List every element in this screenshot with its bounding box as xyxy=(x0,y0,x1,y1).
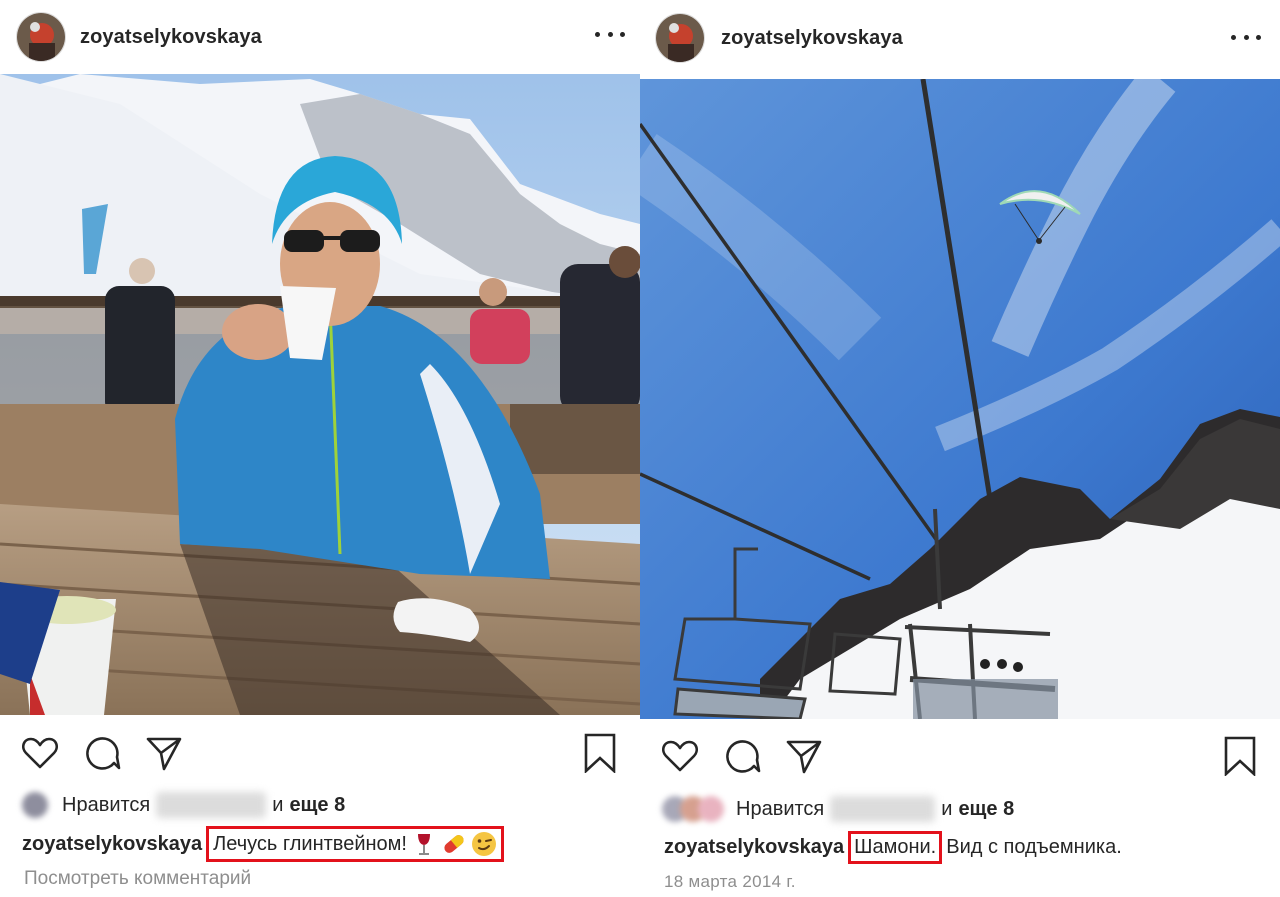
caption-username[interactable]: zoyatselykovskaya xyxy=(664,836,844,859)
pill-emoji xyxy=(444,835,464,853)
liker-avatars[interactable] xyxy=(662,796,732,822)
post-username[interactable]: zoyatselykovskaya xyxy=(721,27,903,50)
post-header: zoyatselykovskaya xyxy=(640,0,1280,76)
heart-icon[interactable] xyxy=(20,733,60,773)
caption-highlight-box: Лечусь глинтвейном! xyxy=(206,826,504,862)
post-actions xyxy=(0,733,640,781)
liker-avatars[interactable] xyxy=(22,792,58,818)
post-actions xyxy=(640,736,1280,784)
caption-username[interactable]: zoyatselykovskaya xyxy=(22,833,202,856)
blurred-liker-name[interactable] xyxy=(830,796,936,822)
likes-prefix: Нравится xyxy=(736,797,825,820)
post-header: zoyatselykovskaya xyxy=(0,0,640,74)
likes-row: Нравится и еще 8 xyxy=(640,794,1280,824)
share-icon[interactable] xyxy=(144,733,184,773)
post-right: zoyatselykovskaya Нравится и еще 8 zoyat… xyxy=(640,0,1280,897)
post-date[interactable]: 18 марта 2014 г. xyxy=(640,872,1280,892)
wine-glass-emoji xyxy=(417,834,430,855)
post-left: zoyatselykovskaya Нравится и еще 8 zoyat… xyxy=(0,0,640,897)
share-icon[interactable] xyxy=(784,736,824,776)
post-photo[interactable] xyxy=(640,79,1280,719)
likes-more-link[interactable]: еще 8 xyxy=(289,794,345,817)
avatar[interactable] xyxy=(16,12,66,62)
likes-and: и xyxy=(941,797,953,820)
post-photo[interactable] xyxy=(0,74,640,715)
heart-icon[interactable] xyxy=(660,736,700,776)
likes-row: Нравится и еще 8 xyxy=(0,790,640,820)
bookmark-icon[interactable] xyxy=(580,733,620,774)
caption-text: Шамони. xyxy=(854,835,937,858)
winking-face-emoji xyxy=(471,832,496,856)
view-comments-link[interactable]: Посмотреть комментарий xyxy=(0,868,640,890)
comment-icon[interactable] xyxy=(722,736,762,776)
caption-highlight-box: Шамони. xyxy=(848,830,943,864)
more-options-icon[interactable] xyxy=(595,22,625,46)
likes-more-link[interactable]: еще 8 xyxy=(958,798,1014,821)
avatar[interactable] xyxy=(655,13,705,63)
bookmark-icon[interactable] xyxy=(1220,736,1260,777)
blurred-liker-name[interactable] xyxy=(156,792,267,818)
caption-row: zoyatselykovskaya Шамони. Вид с подъемни… xyxy=(640,830,1280,864)
post-username[interactable]: zoyatselykovskaya xyxy=(80,26,262,49)
caption-row: zoyatselykovskaya Лечусь глинтвейном! xyxy=(0,826,640,862)
likes-and: и xyxy=(272,793,284,816)
likes-prefix: Нравится xyxy=(62,793,151,816)
more-options-icon[interactable] xyxy=(1231,25,1261,49)
comment-icon[interactable] xyxy=(82,733,122,773)
caption-text: Лечусь глинтвейном! xyxy=(213,832,407,855)
caption-rest: Вид с подъемника. xyxy=(946,835,1122,858)
